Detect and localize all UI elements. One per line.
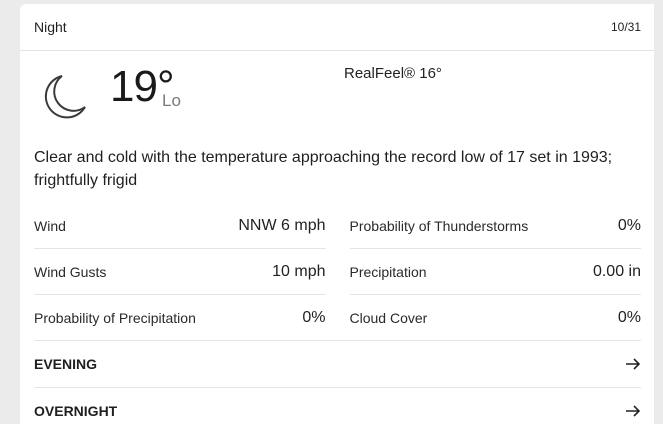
section-label: OVERNIGHT <box>34 403 118 419</box>
detail-row-thunderstorm-probability: Probability of Thunderstorms 0% <box>349 203 641 249</box>
detail-row-precip-probability: Probability of Precipitation 0% <box>34 295 326 340</box>
detail-value: NNW 6 mph <box>238 216 326 234</box>
detail-label: Precipitation <box>349 263 427 280</box>
moon-icon <box>44 75 86 119</box>
section-link-overnight[interactable]: OVERNIGHT <box>34 387 641 424</box>
detail-label: Cloud Cover <box>349 309 428 326</box>
forecast-phrase: Clear and cold with the temperature appr… <box>34 149 613 189</box>
arrow-right-icon <box>626 405 641 417</box>
detail-row-precipitation: Precipitation 0.00 in <box>349 249 641 295</box>
detail-value: 0% <box>302 308 326 326</box>
detail-label: Wind <box>34 217 66 234</box>
detail-row-wind: Wind NNW 6 mph <box>34 203 326 249</box>
detail-value: 0% <box>617 216 641 234</box>
card-header: Night 10/31 <box>20 4 654 51</box>
detail-value: 10 mph <box>272 262 326 280</box>
section-link-evening[interactable]: EVENING <box>34 340 641 387</box>
current-conditions: 19° Lo RealFeel® 16° <box>20 51 654 146</box>
details-right-column: Probability of Thunderstorms 0% Precipit… <box>349 203 642 340</box>
section-label: EVENING <box>34 356 98 372</box>
realfeel-temperature: RealFeel® 16° <box>344 65 442 82</box>
details-grid: Wind NNW 6 mph Wind Gusts 10 mph Probabi… <box>20 203 654 340</box>
detail-row-wind-gusts: Wind Gusts 10 mph <box>34 249 326 295</box>
detail-label: Wind Gusts <box>34 263 107 280</box>
lo-label: Lo <box>162 91 181 110</box>
details-left-column: Wind NNW 6 mph Wind Gusts 10 mph Probabi… <box>34 203 326 340</box>
detail-label: Probability of Thunderstorms <box>349 217 529 234</box>
arrow-right-icon <box>626 358 641 370</box>
detail-value: 0.00 in <box>592 262 641 280</box>
night-forecast-card: Night 10/31 19° Lo RealFeel® 16° Clear a… <box>20 4 654 424</box>
detail-row-cloud-cover: Cloud Cover 0% <box>350 295 642 340</box>
detail-label: Probability of Precipitation <box>34 309 196 326</box>
period-title: Night <box>34 19 67 35</box>
detail-value: 0% <box>617 308 641 326</box>
forecast-date: 10/31 <box>610 20 641 34</box>
